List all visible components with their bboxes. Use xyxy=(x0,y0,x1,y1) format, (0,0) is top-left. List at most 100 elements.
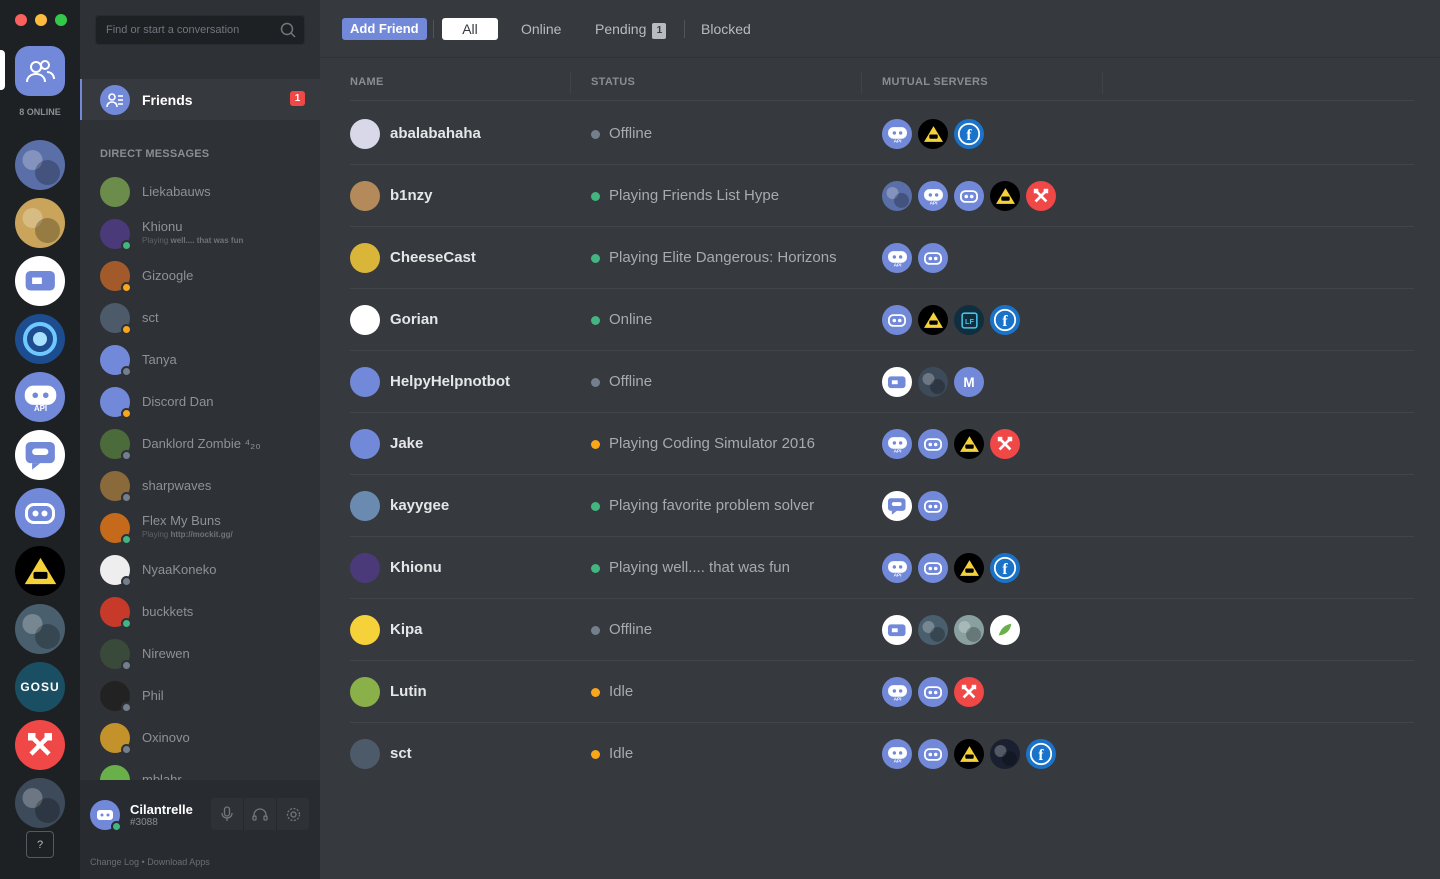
dm-item[interactable]: sharpwaves xyxy=(80,464,320,506)
mutual-server-icon[interactable] xyxy=(954,615,984,645)
mutual-server-icon[interactable] xyxy=(918,429,948,459)
mutual-server-icon[interactable]: API xyxy=(882,553,912,583)
server-icon-hammer-wrench[interactable] xyxy=(15,720,65,770)
minimize-window-button[interactable] xyxy=(35,14,47,26)
dm-item[interactable]: mblahr xyxy=(80,758,320,780)
dm-item[interactable]: Tanya xyxy=(80,338,320,380)
mutual-server-icon[interactable]: API xyxy=(918,181,948,211)
mutual-server-icon[interactable] xyxy=(954,181,984,211)
tab-blocked[interactable]: Blocked xyxy=(701,18,751,40)
tab-pending[interactable]: Pending 1 xyxy=(595,18,667,40)
dm-item[interactable]: Phil xyxy=(80,674,320,716)
mutual-server-icon[interactable]: f xyxy=(990,553,1020,583)
column-header-mutual-servers[interactable]: MUTUAL SERVERS xyxy=(882,76,988,88)
mutual-server-icon[interactable] xyxy=(990,429,1020,459)
tab-online[interactable]: Online xyxy=(521,18,561,40)
mutual-server-icon[interactable]: f xyxy=(990,305,1020,335)
dm-item[interactable]: Danklord Zombie ⁴₂₀ xyxy=(80,422,320,464)
friend-row[interactable]: b1nzy Playing Friends List Hype API xyxy=(350,165,1414,227)
server-icon-jet-art[interactable] xyxy=(15,778,65,828)
dm-item[interactable]: Flex My Buns Playing http://mockit.gg/ xyxy=(80,506,320,548)
friend-row[interactable]: Khionu Playing well.... that was fun API f xyxy=(350,537,1414,599)
friend-row[interactable]: HelpyHelpnotbot Offline M xyxy=(350,351,1414,413)
mutual-server-icon[interactable] xyxy=(918,553,948,583)
mutual-server-icon[interactable]: API xyxy=(882,677,912,707)
mutual-server-icon[interactable]: f xyxy=(954,119,984,149)
dm-item[interactable]: Liekabauws xyxy=(80,170,320,212)
friends-home-button[interactable] xyxy=(15,46,65,96)
avatar xyxy=(100,765,130,780)
column-header-status[interactable]: STATUS xyxy=(591,76,635,88)
server-icon-discord-gamepad[interactable] xyxy=(15,488,65,538)
mutual-server-icon[interactable]: API xyxy=(882,243,912,273)
close-window-button[interactable] xyxy=(15,14,27,26)
server-icon-discord-chat[interactable] xyxy=(15,430,65,480)
friend-row[interactable]: abalabahaha Offline API f xyxy=(350,103,1414,165)
maximize-window-button[interactable] xyxy=(55,14,67,26)
server-icon-dragon-art[interactable] xyxy=(15,140,65,190)
dm-item[interactable]: Nirewen xyxy=(80,632,320,674)
mutual-server-icon[interactable] xyxy=(954,429,984,459)
friend-row[interactable]: CheeseCast Playing Elite Dangerous: Horiz… xyxy=(350,227,1414,289)
mutual-server-icon[interactable]: M xyxy=(954,367,984,397)
search-input[interactable]: Find or start a conversation xyxy=(95,15,305,45)
mutual-server-icon[interactable] xyxy=(1026,181,1056,211)
footer-links[interactable]: Change Log • Download Apps xyxy=(90,857,210,867)
mutual-server-icon[interactable] xyxy=(882,181,912,211)
mutual-server-icon[interactable] xyxy=(882,305,912,335)
mutual-server-icon[interactable]: API xyxy=(882,739,912,769)
add-friend-button[interactable]: Add Friend xyxy=(342,18,427,40)
friend-row[interactable]: sct Idle API f xyxy=(350,723,1414,785)
server-icon-gosu[interactable]: GOSU xyxy=(15,662,65,712)
dm-item[interactable]: Discord Dan xyxy=(80,380,320,422)
mutual-server-icon[interactable] xyxy=(918,677,948,707)
server-icon-discord-api[interactable]: API xyxy=(15,372,65,422)
mutual-server-icon[interactable] xyxy=(918,615,948,645)
mutual-server-icon[interactable] xyxy=(990,181,1020,211)
mutual-server-icon[interactable] xyxy=(918,119,948,149)
tab-all[interactable]: All xyxy=(442,18,498,40)
server-icon-discord-tv[interactable] xyxy=(15,256,65,306)
mutual-server-icon[interactable] xyxy=(918,491,948,521)
friend-name: HelpyHelpnotbot xyxy=(390,373,510,390)
mutual-server-icon[interactable] xyxy=(990,615,1020,645)
friend-row[interactable]: kayygee Playing favorite problem solver xyxy=(350,475,1414,537)
mutual-server-icon[interactable] xyxy=(882,367,912,397)
mutual-server-icon[interactable] xyxy=(990,739,1020,769)
friend-row[interactable]: Gorian Online LF f xyxy=(350,289,1414,351)
dm-item[interactable]: sct xyxy=(80,296,320,338)
dm-item[interactable]: buckkets xyxy=(80,590,320,632)
friend-row[interactable]: Jake Playing Coding Simulator 2016 API xyxy=(350,413,1414,475)
dm-item[interactable]: Khionu Playing well.... that was fun xyxy=(80,212,320,254)
mutual-server-icon[interactable]: API xyxy=(882,119,912,149)
mutual-server-icon[interactable] xyxy=(882,491,912,521)
server-icon-racing-art[interactable] xyxy=(15,604,65,654)
server-icon-warning-triangle[interactable] xyxy=(15,546,65,596)
mutual-server-icon[interactable]: LF xyxy=(954,305,984,335)
mutual-server-icon[interactable]: API xyxy=(882,429,912,459)
svg-text:API: API xyxy=(893,138,901,143)
friend-row[interactable]: Lutin Idle API xyxy=(350,661,1414,723)
dm-item[interactable]: Oxinovo xyxy=(80,716,320,758)
mutual-server-icon[interactable] xyxy=(954,553,984,583)
mutual-server-icon[interactable] xyxy=(882,615,912,645)
mutual-server-icon[interactable] xyxy=(954,739,984,769)
sidebar-item-friends[interactable]: Friends 1 xyxy=(80,79,320,120)
server-icon-heroes-swirl[interactable] xyxy=(15,314,65,364)
mutual-server-icon[interactable] xyxy=(954,677,984,707)
mutual-server-icon[interactable]: f xyxy=(1026,739,1056,769)
headphones-icon xyxy=(252,808,268,821)
mutual-server-icon[interactable] xyxy=(918,305,948,335)
dm-item[interactable]: NyaaKoneko xyxy=(80,548,320,590)
server-icon-face-art[interactable] xyxy=(15,198,65,248)
mutual-server-icon[interactable] xyxy=(918,739,948,769)
settings-button[interactable] xyxy=(277,798,309,830)
column-header-name[interactable]: NAME xyxy=(350,76,384,88)
microphone-button[interactable] xyxy=(211,798,244,830)
help-button[interactable]: ? xyxy=(26,831,54,858)
mutual-server-icon[interactable] xyxy=(918,367,948,397)
dm-item[interactable]: Gizoogle xyxy=(80,254,320,296)
friend-row[interactable]: Kipa Offline xyxy=(350,599,1414,661)
headphones-button[interactable] xyxy=(244,798,277,830)
mutual-server-icon[interactable] xyxy=(918,243,948,273)
